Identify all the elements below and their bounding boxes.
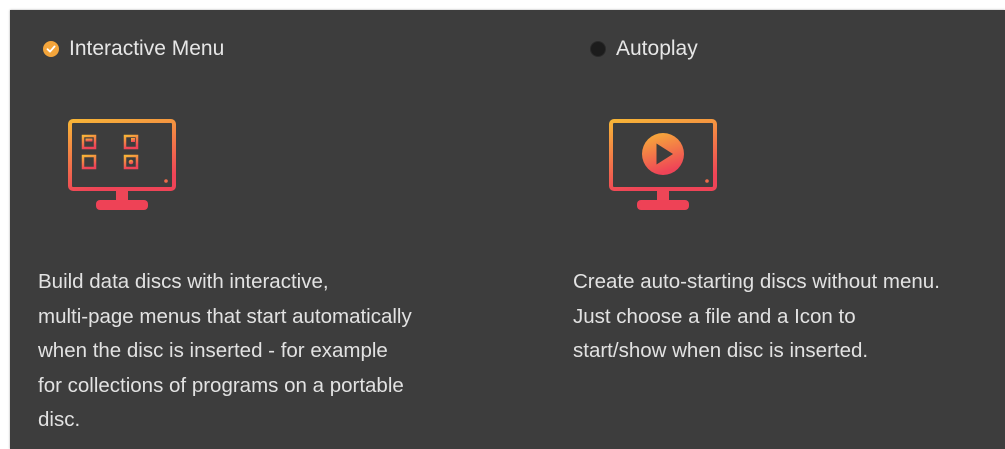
interactive-menu-radio[interactable] [43,41,59,57]
description-line: when the disc is inserted - for example [38,339,388,362]
disc-type-panel: Interactive Menu Build data discs with i… [10,10,1005,449]
autoplay-monitor-icon [608,118,718,219]
interactive-menu-label[interactable]: Interactive Menu [69,37,224,61]
autoplay-option[interactable]: Autoplay Create auto-starting discs with… [550,10,1005,449]
interactive-menu-option[interactable]: Interactive Menu Build data discs with i… [10,10,550,449]
interactive-menu-radio-row[interactable]: Interactive Menu [43,37,224,61]
interactive-menu-monitor-icon [67,118,177,219]
description-line: start/show when disc is inserted. [573,339,869,362]
description-line: for collections of programs on a portabl… [38,373,404,397]
autoplay-radio[interactable] [590,41,606,57]
description-line: multi-page menus that start automaticall… [38,304,412,328]
interactive-menu-description: Build data discs with interactive, multi… [38,265,412,438]
description-line: Build data discs with interactive, [38,270,329,293]
description-line: Create auto-starting discs without menu. [573,270,940,293]
checkmark-icon [46,45,56,53]
autoplay-description: Create auto-starting discs without menu.… [573,265,940,369]
autoplay-radio-row[interactable]: Autoplay [590,37,698,61]
description-line: Just choose a file and a Icon to [573,304,856,328]
description-line: disc. [38,408,81,431]
autoplay-label[interactable]: Autoplay [616,37,698,61]
